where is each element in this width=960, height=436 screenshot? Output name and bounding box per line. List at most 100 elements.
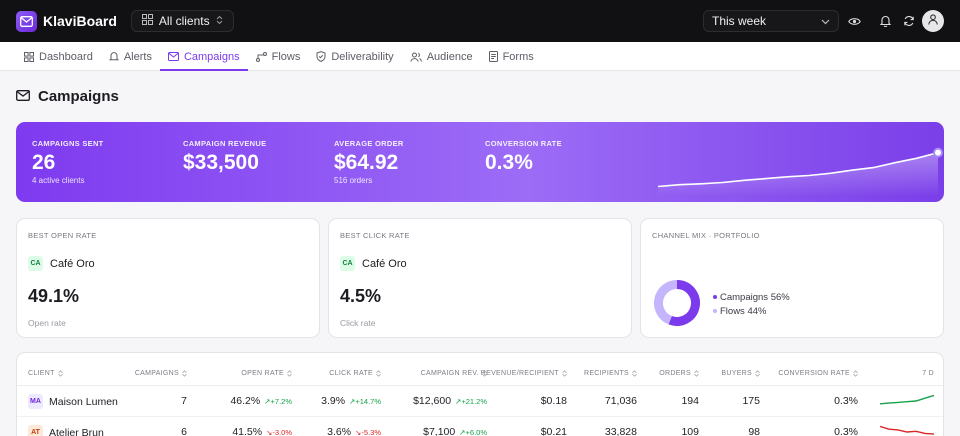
- top-bar: KlaviBoard All clients This week: [0, 0, 960, 42]
- card-label: Channel mix · Portfolio: [652, 231, 760, 240]
- logo-icon[interactable]: [16, 10, 37, 32]
- tab-label: Flows: [271, 50, 301, 63]
- users-icon: [410, 52, 422, 62]
- sort-icon: [287, 370, 292, 377]
- sort-icon: [376, 370, 381, 377]
- shield-icon: [316, 51, 326, 62]
- channel-mix-legend: Campaigns 56% Flows 44%: [713, 291, 790, 319]
- app-name: KlaviBoard: [43, 13, 117, 29]
- legend-label: Campaigns 56%: [720, 292, 790, 303]
- column-header[interactable]: Buyers: [703, 370, 760, 377]
- sparkline-endpoint: [933, 147, 943, 158]
- column-header[interactable]: Client: [28, 370, 118, 377]
- click-rate-cell-delta: ↘-5.3%: [355, 428, 381, 436]
- campaign-revenue-cell-delta: ↗+6.0%: [459, 428, 487, 436]
- client-name: Atelier Brun: [49, 426, 104, 436]
- column-header[interactable]: 7 D: [867, 370, 934, 377]
- campaigns-cell: 6: [181, 426, 187, 436]
- mail-icon: [16, 88, 30, 105]
- column-header-label: Recipients: [583, 370, 629, 377]
- revenue-sparkline: [657, 147, 943, 196]
- kpi-value: $33,500: [183, 151, 259, 174]
- kpi-label: Conversion rate: [485, 139, 562, 148]
- campaign-revenue-cell-value: $7,100: [423, 426, 456, 436]
- column-header-label: 7 D: [922, 370, 934, 377]
- campaign-revenue-cell: $12,600 ↗+21.2%: [387, 395, 487, 407]
- main-nav: Dashboard Alerts Campaigns Flows Deliverabil…: [0, 42, 960, 71]
- open-rate-cell-delta: ↗+7.2%: [264, 397, 292, 406]
- flow-icon: [255, 51, 267, 62]
- clients-table: Client Campaigns Open rate Click rate Campai…: [16, 352, 944, 436]
- tab-campaigns[interactable]: Campaigns: [159, 42, 248, 71]
- open-rate-cell: 46.2% ↗+7.2%: [197, 395, 292, 407]
- column-header[interactable]: Revenue/recipient: [481, 370, 567, 377]
- column-header-label: Revenue/recipient: [480, 370, 559, 377]
- tab-label: Alerts: [123, 50, 152, 63]
- client-initials: CA: [28, 256, 43, 271]
- sort-icon: [632, 370, 637, 377]
- kpi-campaign-revenue: Campaign revenue $33,500: [183, 139, 266, 175]
- kpi-value: $64.92: [334, 151, 399, 174]
- sort-icon: [182, 370, 187, 377]
- legend-label: Flows 44%: [720, 306, 767, 317]
- page-header: Campaigns: [16, 88, 119, 105]
- column-header[interactable]: Campaign rev.: [387, 370, 487, 377]
- tab-alerts[interactable]: Alerts: [101, 42, 160, 71]
- page-title: Campaigns: [38, 88, 119, 105]
- orders-cell: 194: [681, 395, 699, 407]
- table-row[interactable]: MA Maison Lumen 7 46.2% ↗+7.2% 3.9% ↗+14.7% $12…: [17, 386, 943, 417]
- revenue-per-recipient-cell: $0.18: [540, 395, 567, 407]
- kpi-label: Campaign revenue: [183, 139, 267, 148]
- column-header[interactable]: Orders: [642, 370, 699, 377]
- client-name: Café Oro: [362, 257, 407, 270]
- column-header-label: Buyers: [721, 370, 752, 377]
- card-sub: Click rate: [340, 318, 376, 328]
- best-open-rate-card: Best open rate CA Café Oro 49.1% Open ra…: [16, 218, 320, 338]
- best-open-client[interactable]: CA Café Oro: [28, 256, 95, 271]
- bell-icon[interactable]: [877, 13, 893, 29]
- recipients-cell: 33,828: [604, 426, 637, 436]
- column-header[interactable]: Conversion rate: [767, 370, 858, 377]
- tab-label: Campaigns: [183, 50, 240, 63]
- best-click-client[interactable]: CA Café Oro: [340, 256, 407, 271]
- tab-dashboard[interactable]: Dashboard: [16, 42, 101, 71]
- client-name: Maison Lumen: [49, 395, 118, 408]
- best-open-value: 49.1%: [28, 286, 80, 306]
- column-header[interactable]: Open rate: [197, 370, 292, 377]
- user-avatar[interactable]: [922, 10, 944, 32]
- column-header-label: Campaigns: [134, 370, 179, 377]
- campaign-revenue-cell-delta: ↗+21.2%: [455, 397, 487, 406]
- user-icon: [928, 14, 938, 28]
- recipients-cell: 71,036: [604, 395, 637, 407]
- table-row[interactable]: AT Atelier Brun 6 41.5% ↘-3.0% 3.6% ↘-5.3% $7,1…: [17, 417, 943, 436]
- grid-icon: [24, 51, 34, 62]
- tab-label: Audience: [426, 50, 473, 63]
- client-cell: AT Atelier Brun: [28, 425, 104, 436]
- tab-flows[interactable]: Flows: [248, 42, 309, 71]
- refresh-icon[interactable]: [901, 13, 917, 29]
- client-initials: CA: [340, 256, 355, 271]
- kpi-banner: Campaigns sent 26 4 active clients Campa…: [16, 122, 944, 202]
- campaign-revenue-cell: $7,100 ↗+6.0%: [387, 426, 487, 436]
- tab-label: Deliverability: [331, 50, 394, 63]
- card-sub: Open rate: [28, 318, 66, 328]
- eye-icon[interactable]: [846, 13, 862, 29]
- card-label: Best open rate: [28, 231, 97, 240]
- tab-forms[interactable]: Forms: [481, 42, 542, 71]
- tab-deliverability[interactable]: Deliverability: [308, 42, 401, 71]
- column-header[interactable]: Campaigns: [127, 370, 187, 377]
- kpi-label: Campaigns sent: [32, 139, 104, 148]
- open-rate-cell-value: 46.2%: [230, 395, 261, 407]
- kpi-value: 0.3%: [485, 151, 533, 174]
- client-name: Café Oro: [50, 257, 95, 270]
- open-rate-cell-value: 41.5%: [232, 426, 263, 436]
- client-initials: AT: [28, 425, 43, 436]
- column-header[interactable]: Click rate: [297, 370, 381, 377]
- tab-audience[interactable]: Audience: [402, 42, 481, 71]
- grid-icon: [141, 14, 153, 28]
- client-selector[interactable]: All clients: [130, 10, 234, 32]
- best-click-value: 4.5%: [340, 286, 382, 306]
- column-header[interactable]: Recipients: [572, 370, 637, 377]
- campaign-revenue-cell-value: $12,600: [413, 395, 452, 407]
- period-selector[interactable]: This week: [703, 10, 839, 32]
